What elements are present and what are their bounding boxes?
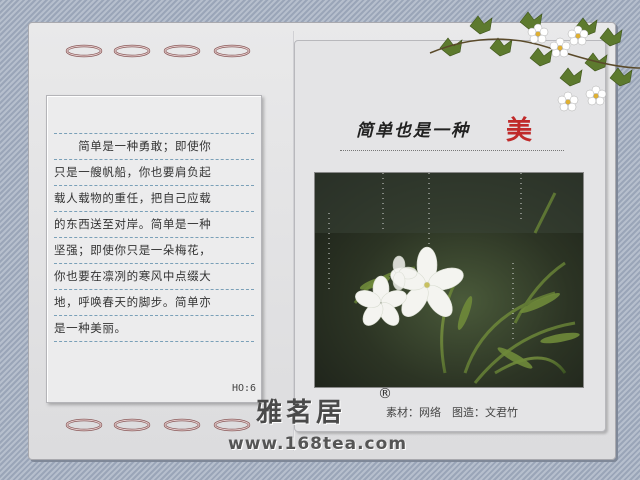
poem-line: 地，呼唤春天的脚步。简单亦 xyxy=(54,290,254,316)
poem-line: 你也要在凛冽的寒风中点缀大 xyxy=(54,264,254,290)
poem-line: 的东西送至对岸。简单是一种 xyxy=(54,212,254,238)
poem-line: 是一种美丽。 xyxy=(54,316,254,342)
binder-ring-icon xyxy=(163,418,201,432)
title-divider xyxy=(340,150,564,151)
poem-line: 只是一艘帆船，你也要肩负起 xyxy=(54,160,254,186)
binder-ring-icon xyxy=(213,418,251,432)
brand-name: 雅茗居 xyxy=(256,398,347,428)
registered-mark: ® xyxy=(378,386,392,402)
flower-photo-art xyxy=(315,173,583,387)
poem-text: 简单是一种勇敢；即使你 只是一艘帆船，你也要肩负起 载人载物的重任，把自己应载 … xyxy=(54,133,254,342)
binder-ring-icon xyxy=(113,44,151,58)
ivy-flower-decoration xyxy=(429,11,640,112)
binder-ring-icon xyxy=(65,44,103,58)
binder-ring-icon xyxy=(113,418,151,432)
binder-ring-icon xyxy=(213,44,251,58)
binder-ring-icon xyxy=(163,44,201,58)
title-main: 简单也是一种 xyxy=(356,121,470,141)
site-url[interactable]: www.168tea.com xyxy=(228,434,407,454)
credit-text: 素材：网络 图造：文君竹 xyxy=(386,406,518,419)
poem-line: 简单是一种勇敢；即使你 xyxy=(54,133,254,160)
binder-ring-icon xyxy=(65,418,103,432)
page-number: HO:6 xyxy=(232,383,257,394)
poem-line: 载人载物的重任，把自己应载 xyxy=(54,186,254,212)
white-flower-photo xyxy=(314,172,584,388)
poem-line: 坚强；即使你只是一朵梅花， xyxy=(54,238,254,264)
